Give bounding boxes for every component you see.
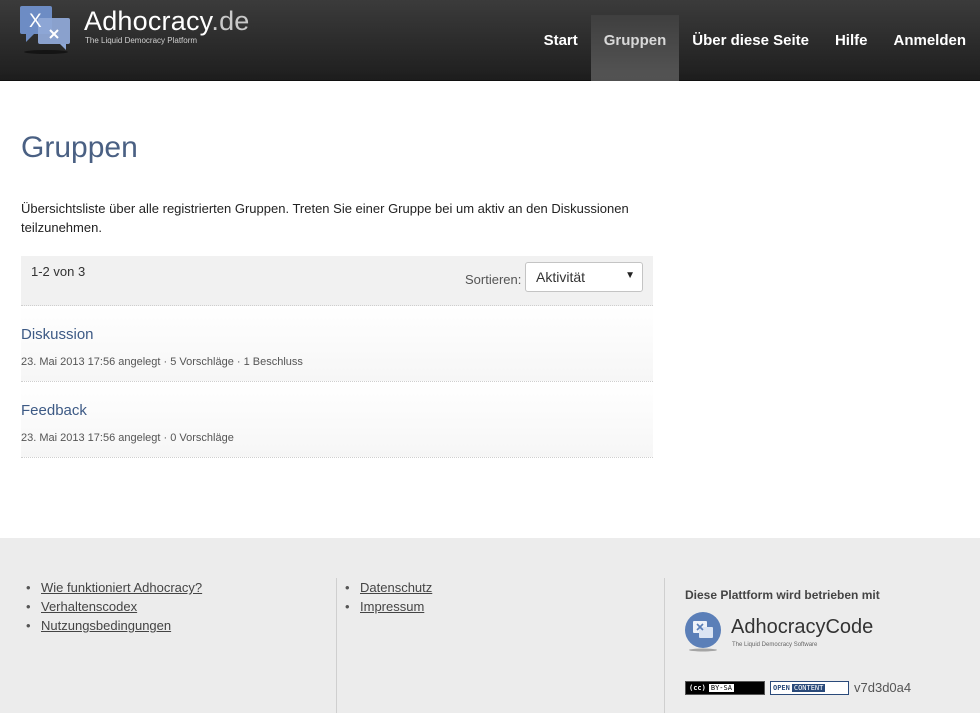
bullet-icon: • (26, 580, 31, 595)
logo-speech-bubbles-icon: X (20, 6, 70, 54)
group-meta: 23. Mai 2013 17:56 angelegt · 0 Vorschlä… (21, 432, 234, 444)
cc-badge-prefix: (cc) (689, 683, 706, 692)
bullet-icon: • (26, 599, 31, 614)
footer-powered-by: Diese Plattform wird betrieben mit Adhoc… (685, 588, 911, 695)
footer-links-column-1: • Wie funktioniert Adhocracy? • Verhaltens… (21, 578, 202, 635)
main-content: Gruppen Übersichtsliste über alle regist… (0, 81, 980, 538)
list-item: Feedback 23. Mai 2013 17:56 angelegt · 0… (21, 382, 653, 458)
nav-gruppen[interactable]: Gruppen (590, 15, 680, 81)
logo-tld: .de (211, 6, 250, 36)
group-title-link[interactable]: Feedback (21, 402, 87, 419)
list-item: Diskussion 23. Mai 2013 17:56 angelegt ·… (21, 306, 653, 382)
site-header: X Adhocracy.de The Liquid Democracy Plat… (0, 0, 980, 81)
cc-badge-text: BY-SA (708, 683, 734, 692)
footer-link-nutzungsbedingungen[interactable]: Nutzungsbedingungen (41, 618, 171, 633)
code-logo-wordmark: AdhocracyCode (731, 616, 874, 638)
oc-badge-text: CONTENT (791, 683, 826, 692)
code-logo-tagline: The Liquid Democracy Software (732, 642, 818, 648)
intro-text: Übersichtsliste über alle registrierten … (21, 201, 629, 235)
group-meta: 23. Mai 2013 17:56 angelegt · 5 Vorschlä… (21, 356, 303, 368)
site-footer: • Wie funktioniert Adhocracy? • Verhaltens… (0, 538, 980, 713)
logo-name: Adhocracy (84, 6, 212, 36)
footer-divider (664, 578, 665, 713)
nav-hilfe[interactable]: Hilfe (822, 15, 881, 81)
footer-link-wie-funktioniert[interactable]: Wie funktioniert Adhocracy? (41, 580, 202, 595)
license-badges: (cc) BY-SA OPEN CONTENT v7d3d0a4 (685, 680, 911, 695)
footer-divider (336, 578, 337, 713)
powered-by-text: Diese Plattform wird betrieben mit (685, 588, 880, 602)
footer-link-verhaltenscodex[interactable]: Verhaltenscodex (41, 599, 137, 614)
logo-icon-letter: X (29, 11, 42, 32)
footer-links-column-2: • Datenschutz • Impressum (340, 578, 432, 616)
result-count: 1-2 von 3 (31, 264, 86, 279)
page-title: Gruppen (21, 131, 138, 164)
sort-select[interactable]: Aktivität ▼ (525, 262, 643, 292)
footer-list-item: • Datenschutz (340, 578, 432, 597)
nav-start[interactable]: Start (530, 15, 591, 81)
site-logo[interactable]: X Adhocracy.de The Liquid Democracy Plat… (20, 6, 260, 56)
main-nav: Start Gruppen Über diese Seite Hilfe Anm… (530, 15, 980, 81)
bullet-icon: • (345, 580, 350, 595)
footer-list-item: • Nutzungsbedingungen (21, 616, 202, 635)
footer-link-datenschutz[interactable]: Datenschutz (360, 580, 432, 595)
chevron-down-icon: ▼ (625, 270, 635, 281)
sort-select-value: Aktivität (536, 269, 586, 285)
footer-list-item: • Verhaltenscodex (21, 597, 202, 616)
adhocracy-code-logo[interactable]: AdhocracyCode The Liquid Democracy Softw… (685, 612, 885, 658)
open-content-badge[interactable]: OPEN CONTENT (770, 680, 849, 695)
nav-anmelden[interactable]: Anmelden (880, 15, 980, 81)
bullet-icon: • (26, 618, 31, 633)
bullet-icon: • (345, 599, 350, 614)
cc-by-sa-badge[interactable]: (cc) BY-SA (685, 680, 765, 695)
nav-ueber-diese-seite[interactable]: Über diese Seite (679, 15, 822, 81)
logo-wordmark: Adhocracy.de (84, 6, 250, 37)
footer-list-item: • Impressum (340, 597, 432, 616)
version-label: v7d3d0a4 (854, 680, 912, 695)
adhocracy-code-icon (685, 612, 721, 652)
footer-link-impressum[interactable]: Impressum (360, 599, 424, 614)
footer-list-item: • Wie funktioniert Adhocracy? (21, 578, 202, 597)
sort-label: Sortieren: (465, 272, 522, 287)
group-title-link[interactable]: Diskussion (21, 326, 94, 343)
list-toolbar: 1-2 von 3 Sortieren: Aktivität ▼ (21, 256, 653, 306)
oc-badge-prefix: OPEN (773, 683, 790, 692)
logo-tagline: The Liquid Democracy Platform (85, 36, 198, 45)
